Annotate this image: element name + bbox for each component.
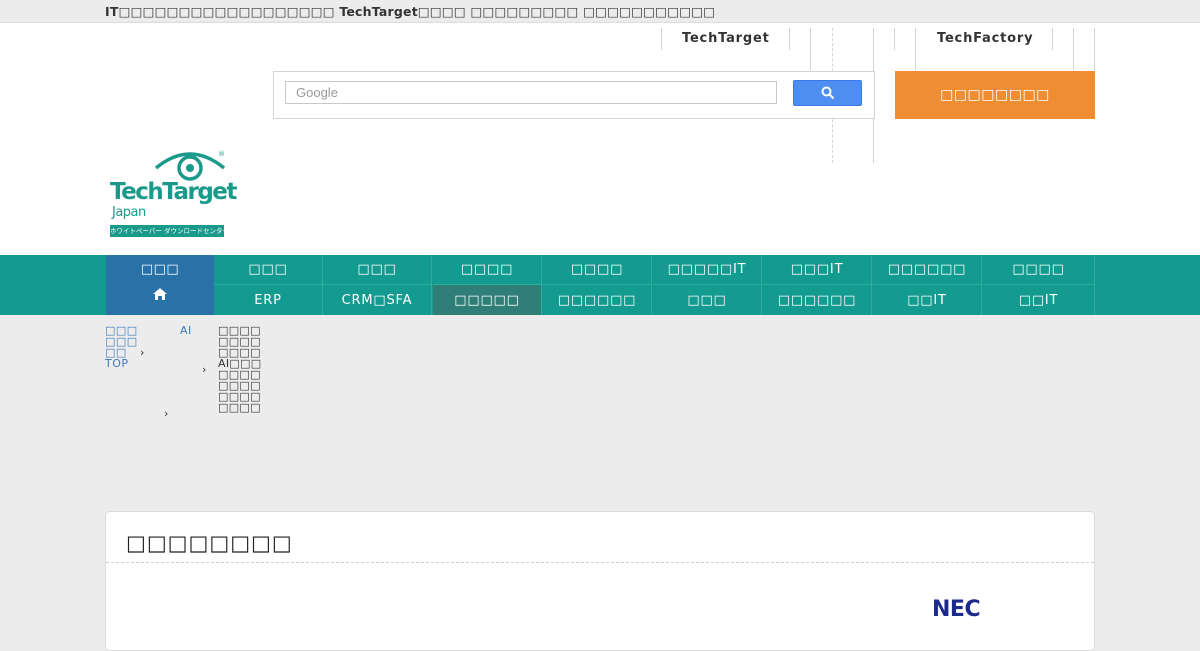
divider (1052, 28, 1053, 50)
content-card: □□□□□□□□ NEC (105, 511, 1095, 651)
nav-item[interactable]: □□□ (653, 285, 762, 315)
divider (915, 28, 916, 70)
logo-band: ホワイトペーパー ダウンロードセンター (110, 225, 224, 237)
nav-item[interactable]: □□□ (323, 255, 432, 285)
search-icon (821, 86, 835, 100)
search-button[interactable] (793, 80, 862, 106)
orange-action-button[interactable]: □□□□□□□□ (895, 71, 1095, 119)
breadcrumb-root[interactable]: TOP (105, 358, 129, 369)
divider (789, 28, 790, 50)
site-header: TechTarget TechFactory □□□□□□□□ ® TechTa… (0, 23, 1200, 255)
techtarget-link[interactable]: TechTarget (682, 31, 770, 46)
search-input[interactable] (285, 81, 777, 104)
nav-item[interactable]: □□□□□□ (763, 285, 872, 315)
logo-wordmark: TechTarget (110, 179, 237, 205)
nav-item[interactable]: □□□□□□ (543, 285, 652, 315)
nav-item[interactable]: □□IT (983, 285, 1095, 315)
vendor-logo[interactable]: NEC (932, 597, 981, 622)
techfactory-link[interactable]: TechFactory (937, 31, 1033, 46)
nav-home[interactable]: □□□ (106, 255, 214, 315)
divider (894, 28, 895, 50)
nav-item[interactable]: □□□□ (543, 255, 652, 285)
logo-subtitle: Japan (112, 205, 146, 220)
nav-home-label: □□□ (140, 262, 180, 277)
card-divider (106, 562, 1094, 563)
search-box (273, 71, 875, 119)
chevron-right-icon: › (140, 346, 145, 359)
divider (661, 28, 662, 50)
nav-item[interactable]: □□□□ (983, 255, 1095, 285)
nav-item[interactable]: □□□□ (433, 255, 542, 285)
nav-item-active[interactable]: □□□□□ (433, 285, 542, 315)
top-bar: IT□□□□□□□□□□□□□□□□□□ TechTarget□□□□ □□□□… (0, 0, 1200, 23)
nav-item[interactable]: □□□ (214, 255, 323, 285)
divider (1073, 28, 1074, 70)
top-bar-text: IT□□□□□□□□□□□□□□□□□□ TechTarget□□□□ □□□□… (105, 4, 716, 19)
nav-item[interactable]: □□□IT (763, 255, 872, 285)
registered-mark: ® (218, 150, 225, 158)
site-logo[interactable]: ® TechTarget Japan ホワイトペーパー ダウンロードセンター (108, 148, 237, 240)
nav-item[interactable]: ERP (214, 285, 323, 315)
nav-item[interactable]: □□□□□□ (873, 255, 982, 285)
nav-item[interactable]: □□IT (873, 285, 982, 315)
main-nav: □□□ □□□ □□□ □□□□ □□□□ □□□□□IT □□□IT □□□□… (0, 255, 1200, 315)
chevron-right-icon: › (202, 363, 207, 376)
nav-item[interactable]: CRM□SFA (323, 285, 432, 315)
breadcrumb-sub-item[interactable]: □□□□ (218, 402, 261, 413)
chevron-right-icon: › (164, 407, 169, 420)
nav-item[interactable]: □□□□□IT (653, 255, 762, 285)
divider (1094, 28, 1095, 70)
card-title: □□□□□□□□ (126, 531, 293, 555)
home-icon (153, 288, 167, 300)
breadcrumb-ai[interactable]: AI (180, 325, 192, 336)
eye-logo-icon (154, 152, 226, 181)
divider (810, 28, 811, 70)
